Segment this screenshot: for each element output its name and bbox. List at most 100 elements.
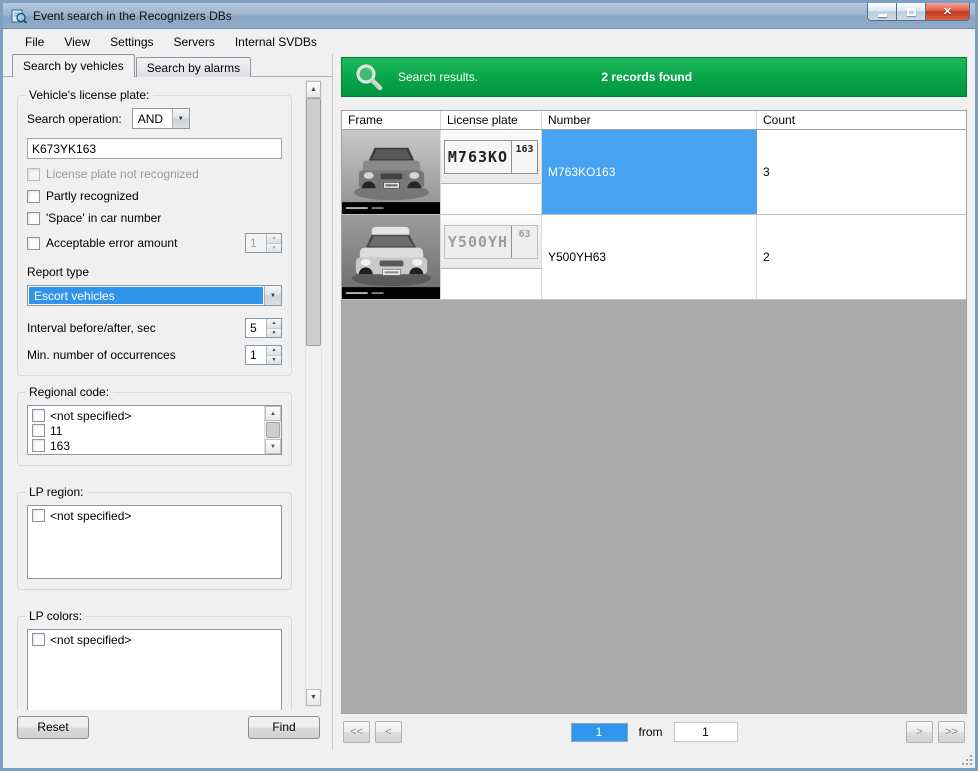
- regional-code-group: Regional code: <not specified> 11 163: [17, 392, 292, 466]
- error-amount-row[interactable]: Acceptable error amount 1 ▲ ▼: [27, 233, 282, 253]
- error-amount-label: Acceptable error amount: [46, 236, 177, 250]
- column-header-number[interactable]: Number: [542, 111, 757, 129]
- scrollbar-thumb[interactable]: [306, 98, 321, 346]
- not-recognized-label: License plate not recognized: [46, 167, 199, 181]
- last-page-button[interactable]: >>: [938, 721, 965, 743]
- column-header-license-plate[interactable]: License plate: [441, 111, 542, 129]
- menu-settings[interactable]: Settings: [100, 31, 163, 53]
- regional-code-checkbox[interactable]: [32, 439, 45, 452]
- find-button[interactable]: Find: [248, 716, 320, 739]
- tab-search-by-vehicles[interactable]: Search by vehicles: [12, 54, 135, 77]
- regional-code-option: 163: [50, 439, 70, 453]
- count-cell[interactable]: 2: [757, 215, 966, 299]
- chevron-down-icon: ▼: [264, 286, 281, 305]
- space-in-number-label: 'Space' in car number: [46, 211, 161, 225]
- frame-thumbnail[interactable]: [342, 130, 441, 214]
- spin-up-icon[interactable]: ▲: [267, 319, 281, 328]
- lp-region-checkbox[interactable]: [32, 509, 45, 522]
- resize-grip-icon[interactable]: [961, 754, 973, 766]
- page-number-input[interactable]: [571, 723, 628, 742]
- regional-code-option: 11: [50, 424, 62, 438]
- report-type-row: Report type: [27, 265, 282, 279]
- menu-view[interactable]: View: [54, 31, 100, 53]
- table-row[interactable]: M763KO 163 M763KO163 3: [342, 130, 966, 215]
- results-status-text: Search results.: [398, 70, 478, 84]
- number-cell[interactable]: Y500YH63: [542, 215, 757, 299]
- lp-colors-group-title: LP colors:: [25, 609, 86, 623]
- list-item[interactable]: 163: [31, 438, 261, 453]
- results-panel: Search results. 2 records found Frame Li…: [333, 54, 975, 750]
- form-scrollbar[interactable]: ▲ ▼: [305, 80, 322, 707]
- spin-down-icon[interactable]: ▼: [267, 243, 281, 253]
- license-plate-input[interactable]: [27, 138, 282, 159]
- lp-colors-checkbox[interactable]: [32, 633, 45, 646]
- menu-file[interactable]: File: [15, 31, 54, 53]
- scroll-up-icon[interactable]: ▲: [306, 81, 321, 98]
- menubar: File View Settings Servers Internal SVDB…: [3, 29, 975, 54]
- total-pages-value: 1: [674, 722, 738, 742]
- column-header-count[interactable]: Count: [757, 111, 966, 129]
- count-cell[interactable]: 3: [757, 130, 966, 214]
- reset-button[interactable]: Reset: [17, 716, 89, 739]
- scroll-up-icon[interactable]: ▲: [265, 406, 281, 421]
- report-type-combo[interactable]: Escort vehicles ▼: [27, 285, 282, 306]
- report-type-label: Report type: [27, 265, 89, 279]
- space-in-number-checkbox[interactable]: [27, 212, 40, 225]
- not-recognized-checkbox[interactable]: [27, 168, 40, 181]
- regional-code-list[interactable]: <not specified> 11 163 ▲: [27, 405, 282, 455]
- spin-down-icon[interactable]: ▼: [267, 328, 281, 338]
- prev-page-button[interactable]: <: [375, 721, 402, 743]
- spin-up-icon[interactable]: ▲: [267, 346, 281, 355]
- scrollbar-track[interactable]: [306, 98, 321, 689]
- column-header-frame[interactable]: Frame: [342, 111, 441, 129]
- plate-thumbnail[interactable]: M763KO 163: [441, 130, 542, 214]
- interval-spinner[interactable]: 5 ▲ ▼: [245, 318, 282, 338]
- app-icon: [11, 8, 27, 24]
- list-item[interactable]: <not specified>: [31, 408, 261, 423]
- plate-image-region: 163: [511, 141, 537, 173]
- search-panel: Search by vehicles Search by alarms Vehi…: [3, 54, 333, 750]
- menu-servers[interactable]: Servers: [164, 31, 225, 53]
- close-button[interactable]: ✕: [925, 3, 970, 21]
- scroll-down-icon[interactable]: ▼: [306, 689, 321, 706]
- vehicle-photo-icon: [342, 130, 440, 214]
- regional-code-checkbox[interactable]: [32, 424, 45, 437]
- lp-region-list[interactable]: <not specified>: [27, 505, 282, 579]
- min-occurrences-spinner[interactable]: 1 ▲ ▼: [245, 345, 282, 365]
- partly-recognized-label: Partly recognized: [46, 189, 139, 203]
- table-row[interactable]: Y500YH 63 Y500YH63 2: [342, 215, 966, 300]
- plate-image-text: M763KO: [445, 141, 511, 173]
- partly-recognized-checkbox[interactable]: [27, 190, 40, 203]
- search-operation-row: Search operation: AND ▼: [27, 108, 282, 129]
- error-amount-spinner[interactable]: 1 ▲ ▼: [245, 233, 282, 253]
- minimize-button[interactable]: [867, 3, 896, 21]
- spin-up-icon[interactable]: ▲: [267, 234, 281, 243]
- scrollbar-thumb[interactable]: [266, 422, 280, 438]
- spin-down-icon[interactable]: ▼: [267, 355, 281, 365]
- status-bar: [3, 750, 975, 768]
- list-item[interactable]: <not specified>: [31, 508, 278, 523]
- menu-internal-svdbs[interactable]: Internal SVDBs: [225, 31, 327, 53]
- license-plate-group-title: Vehicle's license plate:: [25, 88, 153, 102]
- number-cell[interactable]: M763KO163: [542, 130, 757, 214]
- tab-search-by-alarms[interactable]: Search by alarms: [136, 57, 251, 77]
- titlebar[interactable]: Event search in the Recognizers DBs ✕: [3, 3, 975, 29]
- window-controls: ✕: [867, 3, 970, 21]
- space-in-number-row[interactable]: 'Space' in car number: [27, 211, 282, 225]
- search-operation-label: Search operation:: [27, 112, 122, 126]
- next-page-button[interactable]: >: [906, 721, 933, 743]
- list-item[interactable]: 11: [31, 423, 261, 438]
- plate-thumbnail[interactable]: Y500YH 63: [441, 215, 542, 299]
- maximize-button[interactable]: [896, 3, 925, 21]
- error-amount-checkbox[interactable]: [27, 237, 40, 250]
- search-operation-combo[interactable]: AND ▼: [132, 108, 190, 129]
- first-page-button[interactable]: <<: [343, 721, 370, 743]
- regional-code-checkbox[interactable]: [32, 409, 45, 422]
- lp-colors-list[interactable]: <not specified>: [27, 629, 282, 710]
- not-recognized-row[interactable]: License plate not recognized: [27, 167, 282, 181]
- list-item[interactable]: <not specified>: [31, 632, 278, 647]
- partly-recognized-row[interactable]: Partly recognized: [27, 189, 282, 203]
- regional-code-scrollbar[interactable]: ▲ ▼: [264, 406, 281, 454]
- scroll-down-icon[interactable]: ▼: [265, 439, 281, 454]
- frame-thumbnail[interactable]: [342, 215, 441, 299]
